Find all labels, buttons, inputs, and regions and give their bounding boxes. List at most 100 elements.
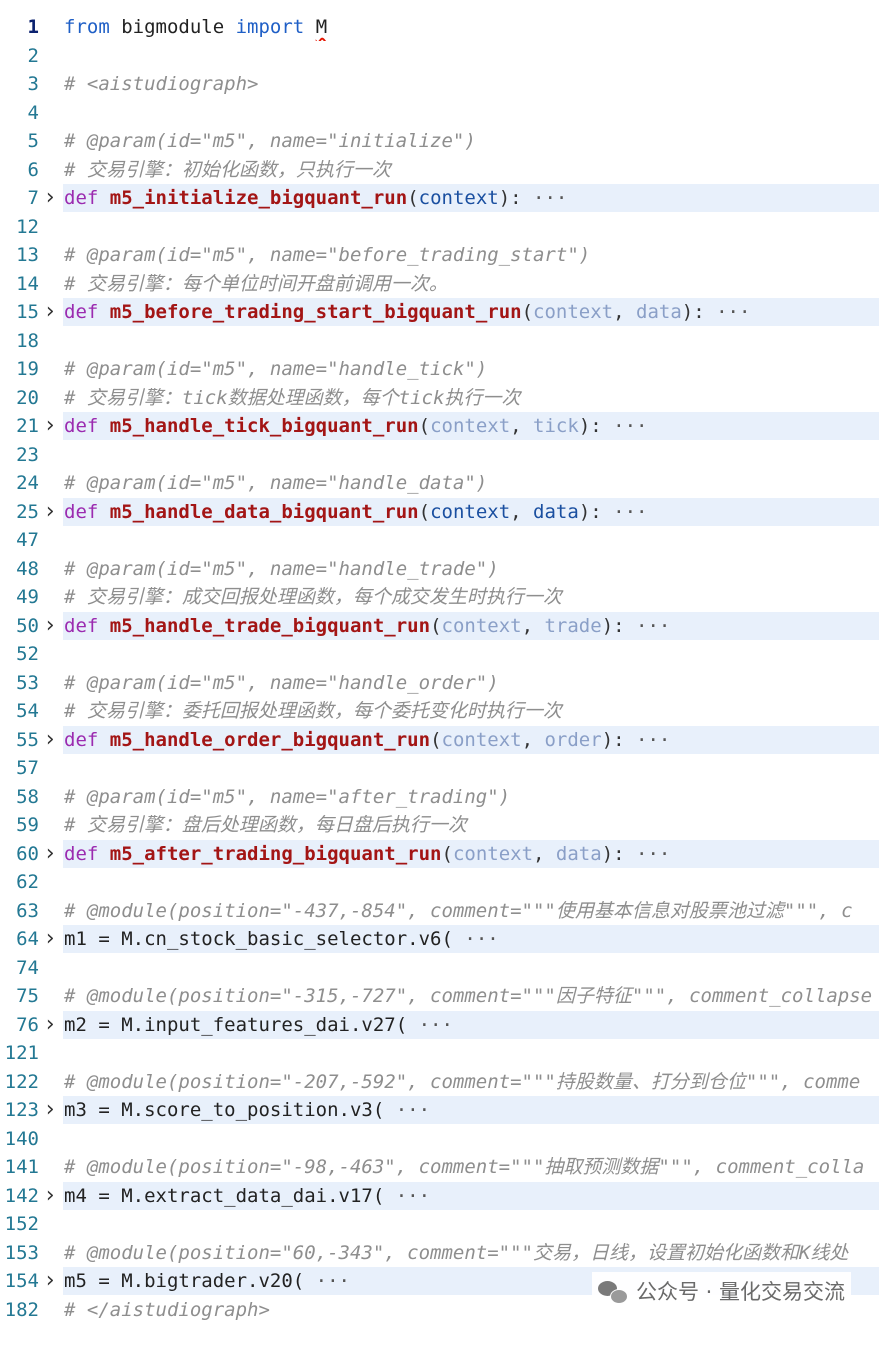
code-line[interactable]: 140	[0, 1125, 879, 1153]
code-text[interactable]	[63, 640, 879, 668]
code-text[interactable]: def m5_handle_tick_bigquant_run(context,…	[63, 412, 879, 440]
code-line[interactable]: 54 # 交易引擎：委托回报处理函数，每个委托变化时执行一次	[0, 697, 879, 725]
code-line[interactable]: 6 # 交易引擎：初始化函数，只执行一次	[0, 156, 879, 184]
code-text[interactable]	[63, 526, 879, 554]
code-text[interactable]: # @param(id="m5", name="handle_trade")	[63, 555, 879, 583]
fold-chevron-icon[interactable]: ›	[42, 1267, 58, 1295]
code-text[interactable]: # @module(position="-437,-854", comment=…	[63, 897, 879, 925]
fold-chevron-icon[interactable]: ›	[42, 412, 58, 440]
folded-code-line[interactable]: 50 › def m5_handle_trade_bigquant_run(cont…	[0, 611, 879, 640]
code-text[interactable]: def m5_initialize_bigquant_run(context):…	[63, 184, 879, 212]
code-text[interactable]: def m5_before_trading_start_bigquant_run…	[63, 298, 879, 326]
code-text[interactable]: def m5_handle_data_bigquant_run(context,…	[63, 497, 879, 526]
code-line[interactable]: 52	[0, 640, 879, 668]
folded-code-line[interactable]: 21 › def m5_handle_tick_bigquant_run(conte…	[0, 412, 879, 440]
code-line[interactable]: 2	[0, 42, 879, 70]
code-line[interactable]: 57	[0, 754, 879, 782]
fold-chevron-icon[interactable]: ›	[42, 498, 58, 526]
code-text[interactable]: # @module(position="-315,-727", comment=…	[63, 982, 879, 1010]
code-line[interactable]: 20 # 交易引擎：tick数据处理函数，每个tick执行一次	[0, 384, 879, 412]
code-text[interactable]: # 交易引擎：盘后处理函数，每日盘后执行一次	[63, 811, 879, 839]
code-line[interactable]: 153 # @module(position="60,-343", comment…	[0, 1239, 879, 1267]
code-line[interactable]: 141 # @module(position="-98,-463", commen…	[0, 1153, 879, 1181]
folded-code-line[interactable]: 15 › def m5_before_trading_start_bigquant_…	[0, 298, 879, 326]
code-text[interactable]: # 交易引擎：成交回报处理函数，每个成交发生时执行一次	[63, 583, 879, 611]
code-text[interactable]	[63, 99, 879, 127]
code-text[interactable]: m2 = M.input_features_dai.v27( ···	[63, 1010, 879, 1039]
code-line[interactable]: 4	[0, 99, 879, 127]
code-line[interactable]: 75 # @module(position="-315,-727", commen…	[0, 982, 879, 1010]
code-text[interactable]	[63, 1125, 879, 1153]
folded-code-line[interactable]: 123 › m3 = M.score_to_position.v3( ···	[0, 1096, 879, 1124]
code-text[interactable]	[63, 954, 879, 982]
code-line[interactable]: 152	[0, 1210, 879, 1238]
code-text[interactable]: # 交易引擎：tick数据处理函数，每个tick执行一次	[63, 384, 879, 412]
code-text[interactable]: def m5_after_trading_bigquant_run(contex…	[63, 839, 879, 868]
code-text[interactable]: # @param(id="m5", name="initialize")	[63, 127, 879, 155]
code-text[interactable]: # @param(id="m5", name="handle_data")	[63, 469, 879, 497]
code-line[interactable]: 59 # 交易引擎：盘后处理函数，每日盘后执行一次	[0, 811, 879, 839]
fold-chevron-icon[interactable]: ›	[42, 184, 58, 212]
code-text[interactable]	[63, 213, 879, 241]
code-text[interactable]: # @module(position="60,-343", comment=""…	[63, 1239, 879, 1267]
folded-code-line[interactable]: 76 › m2 = M.input_features_dai.v27( ···	[0, 1010, 879, 1039]
code-line[interactable]: 49 # 交易引擎：成交回报处理函数，每个成交发生时执行一次	[0, 583, 879, 611]
code-line[interactable]: 19 # @param(id="m5", name="handle_tick")	[0, 355, 879, 383]
code-text[interactable]	[63, 1210, 879, 1238]
code-text[interactable]: # @param(id="m5", name="handle_order")	[63, 669, 879, 697]
code-line[interactable]: 1 from bigmodule import M	[0, 13, 879, 41]
code-editor[interactable]: 1 from bigmodule import M 2 3 # <aistudiogra…	[0, 0, 879, 1356]
fold-chevron-icon[interactable]: ›	[42, 612, 58, 640]
code-line[interactable]: 24 # @param(id="m5", name="handle_data")	[0, 469, 879, 497]
code-text[interactable]: m3 = M.score_to_position.v3( ···	[63, 1096, 879, 1124]
code-text[interactable]: def m5_handle_trade_bigquant_run(context…	[63, 611, 879, 640]
code-line[interactable]: 13 # @param(id="m5", name="before_trading…	[0, 241, 879, 269]
code-line[interactable]: 12	[0, 213, 879, 241]
code-line[interactable]: 14 # 交易引擎：每个单位时间开盘前调用一次。	[0, 270, 879, 298]
fold-chevron-icon[interactable]: ›	[42, 1182, 58, 1210]
code-text[interactable]: # @module(position="-98,-463", comment="…	[63, 1153, 879, 1181]
code-line[interactable]: 63 # @module(position="-437,-854", commen…	[0, 897, 879, 925]
folded-code-line[interactable]: 55 › def m5_handle_order_bigquant_run(cont…	[0, 725, 879, 754]
folded-code-line[interactable]: 25 › def m5_handle_data_bigquant_run(conte…	[0, 497, 879, 526]
code-line[interactable]: 53 # @param(id="m5", name="handle_order")	[0, 669, 879, 697]
code-text[interactable]: # @module(position="-207,-592", comment=…	[63, 1068, 879, 1096]
code-text[interactable]: # 交易引擎：委托回报处理函数，每个委托变化时执行一次	[63, 697, 879, 725]
code-text[interactable]: # <aistudiograph>	[63, 70, 879, 98]
fold-chevron-icon[interactable]: ›	[42, 1096, 58, 1124]
code-text[interactable]: # 交易引擎：每个单位时间开盘前调用一次。	[63, 270, 879, 298]
code-text[interactable]	[63, 754, 879, 782]
fold-chevron-icon[interactable]: ›	[42, 726, 58, 754]
code-text[interactable]: # @param(id="m5", name="before_trading_s…	[63, 241, 879, 269]
code-text[interactable]: # 交易引擎：初始化函数，只执行一次	[63, 156, 879, 184]
code-text[interactable]	[63, 441, 879, 469]
code-line[interactable]: 18	[0, 327, 879, 355]
folded-code-line[interactable]: 7 › def m5_initialize_bigquant_run(context…	[0, 184, 879, 212]
code-line[interactable]: 62	[0, 868, 879, 896]
fold-chevron-icon[interactable]: ›	[42, 298, 58, 326]
code-line[interactable]: 3 # <aistudiograph>	[0, 70, 879, 98]
code-text[interactable]	[63, 868, 879, 896]
code-line[interactable]: 48 # @param(id="m5", name="handle_trade")	[0, 555, 879, 583]
fold-chevron-icon[interactable]: ›	[42, 840, 58, 868]
code-line[interactable]: 122 # @module(position="-207,-592", comme…	[0, 1068, 879, 1096]
fold-chevron-icon[interactable]: ›	[42, 925, 58, 953]
code-text[interactable]: def m5_handle_order_bigquant_run(context…	[63, 725, 879, 754]
folded-code-line[interactable]: 142 › m4 = M.extract_data_dai.v17( ···	[0, 1181, 879, 1210]
code-text[interactable]	[63, 327, 879, 355]
code-line[interactable]: 58 # @param(id="m5", name="after_trading"…	[0, 783, 879, 811]
code-line[interactable]: 47	[0, 526, 879, 554]
code-line[interactable]: 74	[0, 954, 879, 982]
code-text[interactable]	[63, 1039, 879, 1067]
code-line[interactable]: 5 # @param(id="m5", name="initialize")	[0, 127, 879, 155]
code-text[interactable]: # @param(id="m5", name="handle_tick")	[63, 355, 879, 383]
folded-code-line[interactable]: 64 › m1 = M.cn_stock_basic_selector.v6( ··…	[0, 925, 879, 953]
code-text[interactable]: # @param(id="m5", name="after_trading")	[63, 783, 879, 811]
code-text[interactable]: m1 = M.cn_stock_basic_selector.v6( ···	[63, 925, 879, 953]
code-text[interactable]: m4 = M.extract_data_dai.v17( ···	[63, 1181, 879, 1210]
code-text[interactable]	[63, 42, 879, 70]
code-text[interactable]: from bigmodule import M	[63, 13, 879, 41]
code-line[interactable]: 23	[0, 441, 879, 469]
fold-chevron-icon[interactable]: ›	[42, 1011, 58, 1039]
code-line[interactable]: 121	[0, 1039, 879, 1067]
